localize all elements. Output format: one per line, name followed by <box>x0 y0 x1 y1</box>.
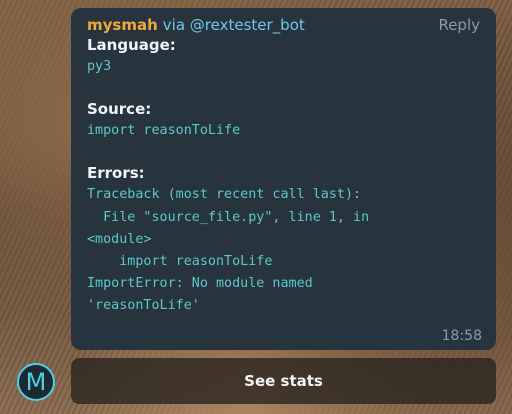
language-label: Language: <box>87 36 176 54</box>
language-value: py3 <box>87 59 112 74</box>
error-line: import reasonToLife <box>87 254 273 270</box>
message-bubble[interactable]: mysmah via @rextester_bot Reply Language… <box>71 8 496 350</box>
message-header: mysmah via @rextester_bot Reply <box>87 15 480 35</box>
error-line: 'reasonToLife' <box>87 298 200 314</box>
error-line: <module> <box>87 231 152 247</box>
avatar[interactable]: M <box>17 363 55 401</box>
errors-label: Errors: <box>87 164 145 183</box>
avatar-letter: M <box>25 368 47 396</box>
reply-button[interactable]: Reply <box>438 15 480 35</box>
see-stats-label: See stats <box>244 372 323 390</box>
sender-name[interactable]: mysmah <box>87 15 158 35</box>
source-label: Source: <box>87 100 152 119</box>
message-timestamp: 18:58 <box>441 328 482 344</box>
error-line: Traceback (most recent call last): <box>87 187 362 203</box>
error-line: File "source_file.py", line 1, in <box>87 209 370 225</box>
error-line: ImportError: No module named <box>87 276 313 292</box>
see-stats-button[interactable]: See stats <box>71 358 496 404</box>
via-bot-link[interactable]: via @rextester_bot <box>163 15 305 35</box>
source-code: import reasonToLife <box>87 123 241 139</box>
